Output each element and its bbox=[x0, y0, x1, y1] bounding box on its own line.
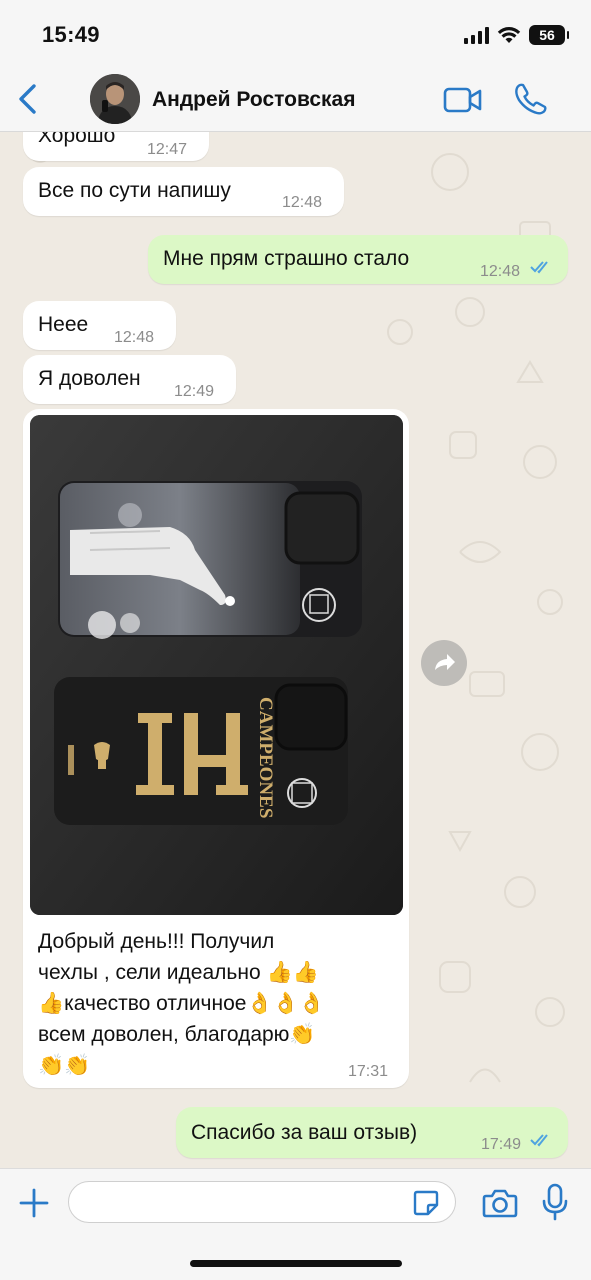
message-incoming[interactable]: Неее 12:48 bbox=[23, 301, 176, 350]
message-time: 12:48 bbox=[282, 194, 323, 211]
message-time: 12:49 bbox=[174, 383, 215, 400]
message-text: Спасибо за ваш отзыв) bbox=[191, 1121, 418, 1144]
message-photo[interactable]: CAMPEONES bbox=[30, 415, 403, 915]
status-icons: 56 bbox=[464, 24, 569, 46]
sticker-button[interactable] bbox=[412, 1189, 440, 1217]
microphone-button[interactable] bbox=[540, 1183, 570, 1221]
photo-caption: Добрый день!!! Получил чехлы , сели идеа… bbox=[38, 926, 398, 1081]
caption-line: чехлы , сели идеально 👍👍 bbox=[38, 961, 319, 984]
message-outgoing[interactable]: Мне прям страшно стало 12:48 bbox=[148, 235, 568, 284]
chat-area[interactable]: Хорошо 12:47 Все по сути напишу 12:48 Мн… bbox=[0, 132, 591, 1168]
signal-icon bbox=[464, 26, 489, 44]
plus-icon bbox=[19, 1188, 49, 1218]
message-input[interactable] bbox=[68, 1181, 456, 1223]
status-time: 15:49 bbox=[42, 22, 100, 47]
message-text: Все по сути напишу bbox=[38, 179, 231, 202]
photo-image: CAMPEONES bbox=[30, 415, 403, 915]
message-incoming[interactable]: Хорошо 12:47 bbox=[23, 132, 209, 161]
read-receipt-icon bbox=[530, 261, 548, 274]
sticker-icon bbox=[413, 1190, 439, 1216]
camera-button[interactable] bbox=[482, 1187, 518, 1219]
caption-line: 👏👏 bbox=[38, 1054, 91, 1077]
message-time: 17:49 bbox=[481, 1136, 522, 1153]
message-text: Неее bbox=[38, 313, 89, 336]
read-receipt-icon bbox=[530, 1134, 548, 1147]
forward-button[interactable] bbox=[421, 640, 467, 686]
forward-icon bbox=[435, 654, 455, 670]
message-incoming[interactable]: Я доволен 12:49 bbox=[23, 355, 236, 404]
back-button[interactable] bbox=[14, 82, 44, 116]
avatar-photo bbox=[90, 74, 140, 124]
message-time: 12:47 bbox=[147, 141, 188, 158]
voice-call-button[interactable] bbox=[514, 82, 548, 116]
phone-icon bbox=[515, 83, 547, 115]
message-text: Хорошо bbox=[38, 132, 116, 147]
message-time: 17:31 bbox=[348, 1063, 389, 1080]
chevron-left-icon bbox=[19, 84, 36, 114]
home-indicator bbox=[190, 1260, 402, 1267]
svg-text:CAMPEONES: CAMPEONES bbox=[255, 697, 276, 818]
message-time: 12:48 bbox=[114, 329, 155, 346]
caption-line: 👍качество отличное👌👌👌 bbox=[38, 992, 325, 1015]
microphone-icon bbox=[542, 1183, 568, 1221]
attach-button[interactable] bbox=[18, 1187, 50, 1219]
video-camera-icon bbox=[443, 87, 482, 113]
status-bar: 15:49 56 bbox=[0, 0, 591, 64]
video-call-button[interactable] bbox=[442, 84, 484, 116]
caption-line: всем доволен, благодарю👏 bbox=[38, 1023, 316, 1046]
camera-icon bbox=[482, 1189, 518, 1218]
chat-header: Андрей Ростовская bbox=[0, 64, 591, 132]
message-outgoing[interactable]: Спасибо за ваш отзыв) 17:49 bbox=[176, 1107, 568, 1158]
avatar[interactable] bbox=[90, 74, 140, 124]
message-text: Мне прям страшно стало bbox=[163, 247, 410, 270]
wifi-icon bbox=[497, 27, 521, 43]
battery-icon: 56 bbox=[529, 25, 569, 45]
message-text: Я доволен bbox=[38, 367, 141, 390]
contact-name[interactable]: Андрей Ростовская bbox=[152, 88, 356, 112]
caption-line: Добрый день!!! Получил bbox=[38, 930, 275, 953]
message-time: 12:48 bbox=[480, 263, 521, 280]
message-incoming[interactable]: Все по сути напишу 12:48 bbox=[23, 167, 344, 216]
